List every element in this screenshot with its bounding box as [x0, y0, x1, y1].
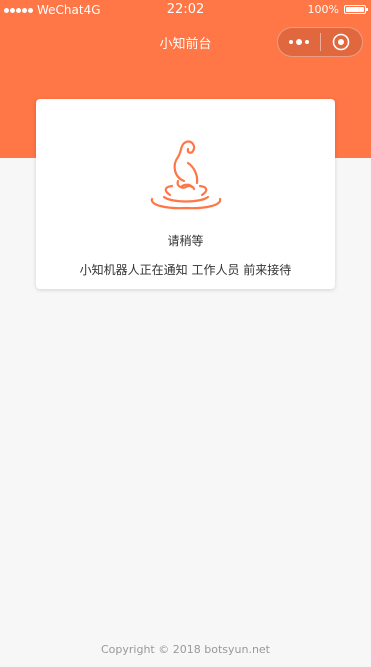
wait-text: 请稍等 [167, 234, 204, 248]
meditating-figure-icon [148, 137, 224, 211]
notify-message: 小知机器人正在通知 工作人员 前来接待 [79, 263, 292, 277]
battery-icon [344, 5, 368, 14]
battery-fill [346, 7, 364, 12]
status-bar: WeChat4G 22:02 100% [0, 0, 371, 20]
mini-program-capsule [277, 27, 363, 57]
notice-card: 请稍等 小知机器人正在通知 工作人员 前来接待 [36, 99, 335, 289]
more-dots-icon[interactable] [278, 28, 320, 56]
status-right: 100% [307, 3, 368, 16]
app-page: WeChat4G 22:02 100% 小知前台 请稍等 小知机器人正在通知 工… [0, 0, 371, 667]
battery-percent: 100% [307, 3, 339, 16]
copyright-footer: Copyright © 2018 botsyun.net [101, 643, 270, 656]
target-close-icon[interactable] [320, 28, 362, 56]
